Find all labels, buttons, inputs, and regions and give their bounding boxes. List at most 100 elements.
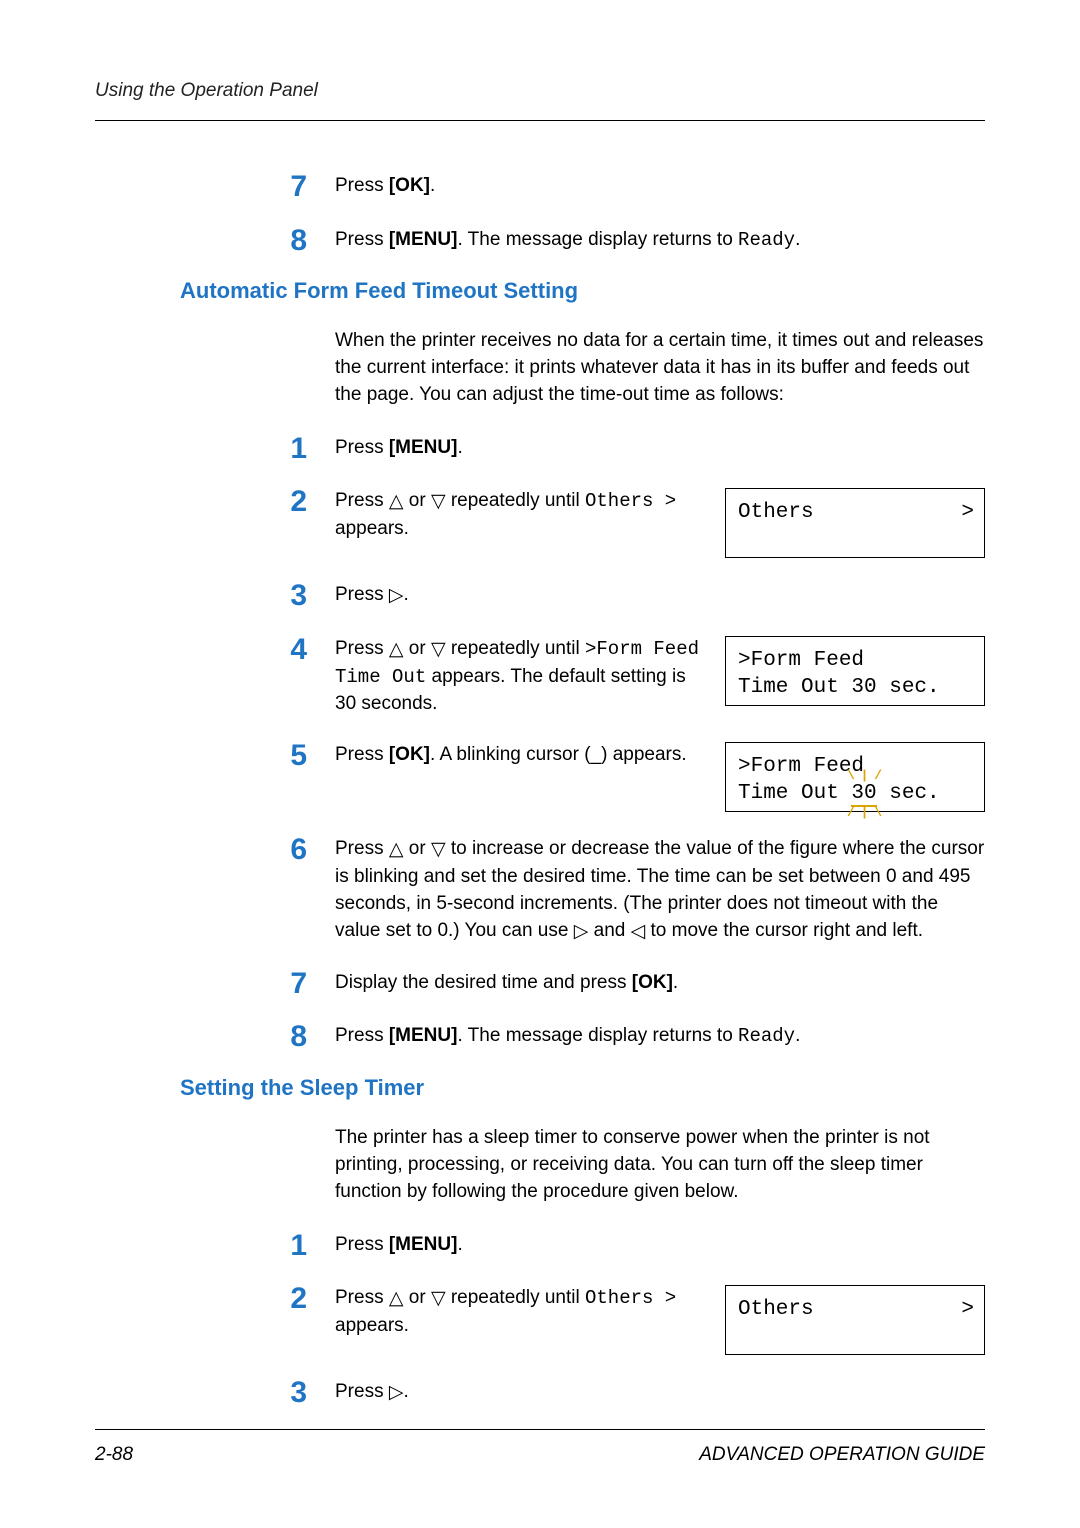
s2c: 2 Press △ or ▽ repeatedly until Others >… bbox=[285, 1283, 985, 1355]
up-icon: △ bbox=[389, 837, 404, 864]
step-row: Press [OK]. A blinking cursor (_) appear… bbox=[335, 740, 985, 812]
down-icon: ▽ bbox=[431, 1286, 446, 1313]
t: Press bbox=[335, 638, 389, 659]
lcd-display: Others > bbox=[725, 488, 985, 558]
lcd-line1: >Form Feed bbox=[738, 647, 972, 674]
t: Press bbox=[335, 744, 389, 765]
s8b: 8 Press [MENU]. The message display retu… bbox=[285, 1021, 985, 1053]
code: Others > bbox=[585, 1287, 676, 1309]
t: Display the desired time and press bbox=[335, 972, 632, 993]
key-ok: [OK] bbox=[632, 972, 673, 993]
s4: 4 Press △ or ▽ repeatedly until >Form Fe… bbox=[285, 634, 985, 718]
key-ok: [OK] bbox=[389, 175, 430, 196]
t: Press bbox=[335, 1287, 389, 1308]
step-number: 6 bbox=[285, 834, 335, 866]
blinking-cursor-value: \ | /30/ | \ bbox=[851, 780, 876, 807]
t: . The message display returns to bbox=[457, 229, 738, 250]
running-header: Using the Operation Panel bbox=[95, 80, 985, 102]
lcd-arrow: > bbox=[961, 499, 974, 526]
t: Press bbox=[335, 838, 389, 859]
step-number: 2 bbox=[285, 486, 335, 518]
s7b: 7 Display the desired time and press [OK… bbox=[285, 968, 985, 1000]
top-rule bbox=[95, 120, 985, 121]
sec2-steps: 1 Press [MENU]. 2 Press △ or ▽ repeatedl… bbox=[285, 1230, 985, 1409]
step-number: 8 bbox=[285, 1021, 335, 1053]
step-number: 1 bbox=[285, 433, 335, 465]
lcd-display: Others > bbox=[725, 1285, 985, 1355]
step-text: Press △ or ▽ repeatedly until Others > a… bbox=[335, 1285, 707, 1340]
step-number: 1 bbox=[285, 1230, 335, 1262]
step-text: Press △ or ▽ repeatedly until Others > a… bbox=[335, 488, 707, 543]
section-sleep-timer: Setting the Sleep Timer bbox=[180, 1075, 985, 1101]
t: repeatedly until bbox=[446, 1287, 585, 1308]
down-icon: ▽ bbox=[431, 837, 446, 864]
t: or bbox=[403, 838, 430, 859]
step-text: Press [MENU]. bbox=[335, 433, 985, 462]
t: or bbox=[403, 490, 430, 511]
left-icon: ◁ bbox=[631, 919, 646, 946]
step-row: Press △ or ▽ repeatedly until >Form Feed… bbox=[335, 634, 985, 718]
step-8: 8 Press [MENU]. The message display retu… bbox=[285, 225, 985, 257]
up-icon: △ bbox=[389, 489, 404, 516]
step-text: Press [MENU]. The message display return… bbox=[335, 225, 985, 254]
t: to move the cursor right and left. bbox=[645, 920, 923, 941]
t: . bbox=[457, 1234, 462, 1255]
section-intro: When the printer receives no data for a … bbox=[335, 328, 985, 409]
step-text: Press ▷. bbox=[335, 1377, 985, 1407]
step-text: Press ▷. bbox=[335, 580, 985, 610]
section-intro: The printer has a sleep timer to conserv… bbox=[335, 1125, 985, 1206]
step-number: 2 bbox=[285, 1283, 335, 1315]
step-text: Press △ or ▽ to increase or decrease the… bbox=[335, 834, 985, 946]
step-7: 7 Press [OK]. bbox=[285, 171, 985, 203]
lcd-display: >Form Feed Time Out 30 sec. bbox=[725, 636, 985, 706]
t: Press bbox=[335, 1234, 389, 1255]
t: Press bbox=[335, 1381, 389, 1402]
code: Ready bbox=[738, 1025, 795, 1047]
code: Others > bbox=[585, 490, 676, 512]
right-icon: ▷ bbox=[389, 1380, 404, 1407]
key-menu: [MENU] bbox=[389, 1025, 458, 1046]
blink-icon: \ | / bbox=[847, 768, 881, 785]
t: . A blinking cursor (_) appears. bbox=[430, 744, 687, 765]
t: . bbox=[457, 437, 462, 458]
t: . The message display returns to bbox=[457, 1025, 738, 1046]
key-menu: [MENU] bbox=[389, 1234, 458, 1255]
s6: 6 Press △ or ▽ to increase or decrease t… bbox=[285, 834, 985, 946]
step-number: 7 bbox=[285, 171, 335, 203]
step-row: Press △ or ▽ repeatedly until Others > a… bbox=[335, 1283, 985, 1355]
step-text: Press [OK]. A blinking cursor (_) appear… bbox=[335, 742, 707, 769]
s2: 2 Press △ or ▽ repeatedly until Others >… bbox=[285, 486, 985, 558]
step-text: Press [MENU]. bbox=[335, 1230, 985, 1259]
t: sec. bbox=[877, 782, 940, 805]
t: . bbox=[430, 175, 435, 196]
t: or bbox=[403, 1287, 430, 1308]
right-icon: ▷ bbox=[574, 919, 589, 946]
t: . bbox=[795, 229, 800, 250]
t: . bbox=[403, 584, 408, 605]
down-icon: ▽ bbox=[431, 637, 446, 664]
step-text: Press △ or ▽ repeatedly until >Form Feed… bbox=[335, 636, 707, 718]
blink-icon: / | \ bbox=[847, 805, 881, 822]
t: Press bbox=[335, 490, 389, 511]
t: . bbox=[673, 972, 678, 993]
t: Press bbox=[335, 175, 389, 196]
s5: 5 Press [OK]. A blinking cursor (_) appe… bbox=[285, 740, 985, 812]
sec1-steps: 1 Press [MENU]. 2 Press △ or ▽ repeatedl… bbox=[285, 433, 985, 1053]
t: . bbox=[403, 1381, 408, 1402]
up-icon: △ bbox=[389, 637, 404, 664]
lcd-display: >Form Feed Time Out \ | /30/ | \ sec. bbox=[725, 742, 985, 812]
section-title: Automatic Form Feed Timeout Setting bbox=[180, 278, 985, 304]
s3: 3 Press ▷. bbox=[285, 580, 985, 612]
code: Ready bbox=[738, 229, 795, 251]
footer-rule bbox=[95, 1429, 985, 1430]
key-ok: [OK] bbox=[389, 744, 430, 765]
t: Press bbox=[335, 437, 389, 458]
cursor-value: 30 bbox=[851, 782, 876, 807]
prelude-steps: 7 Press [OK]. 8 Press [MENU]. The messag… bbox=[285, 171, 985, 256]
t: Time Out bbox=[738, 782, 851, 805]
s1c: 1 Press [MENU]. bbox=[285, 1230, 985, 1262]
s3c: 3 Press ▷. bbox=[285, 1377, 985, 1409]
t: . bbox=[795, 1025, 800, 1046]
t: Press bbox=[335, 584, 389, 605]
s1: 1 Press [MENU]. bbox=[285, 433, 985, 465]
